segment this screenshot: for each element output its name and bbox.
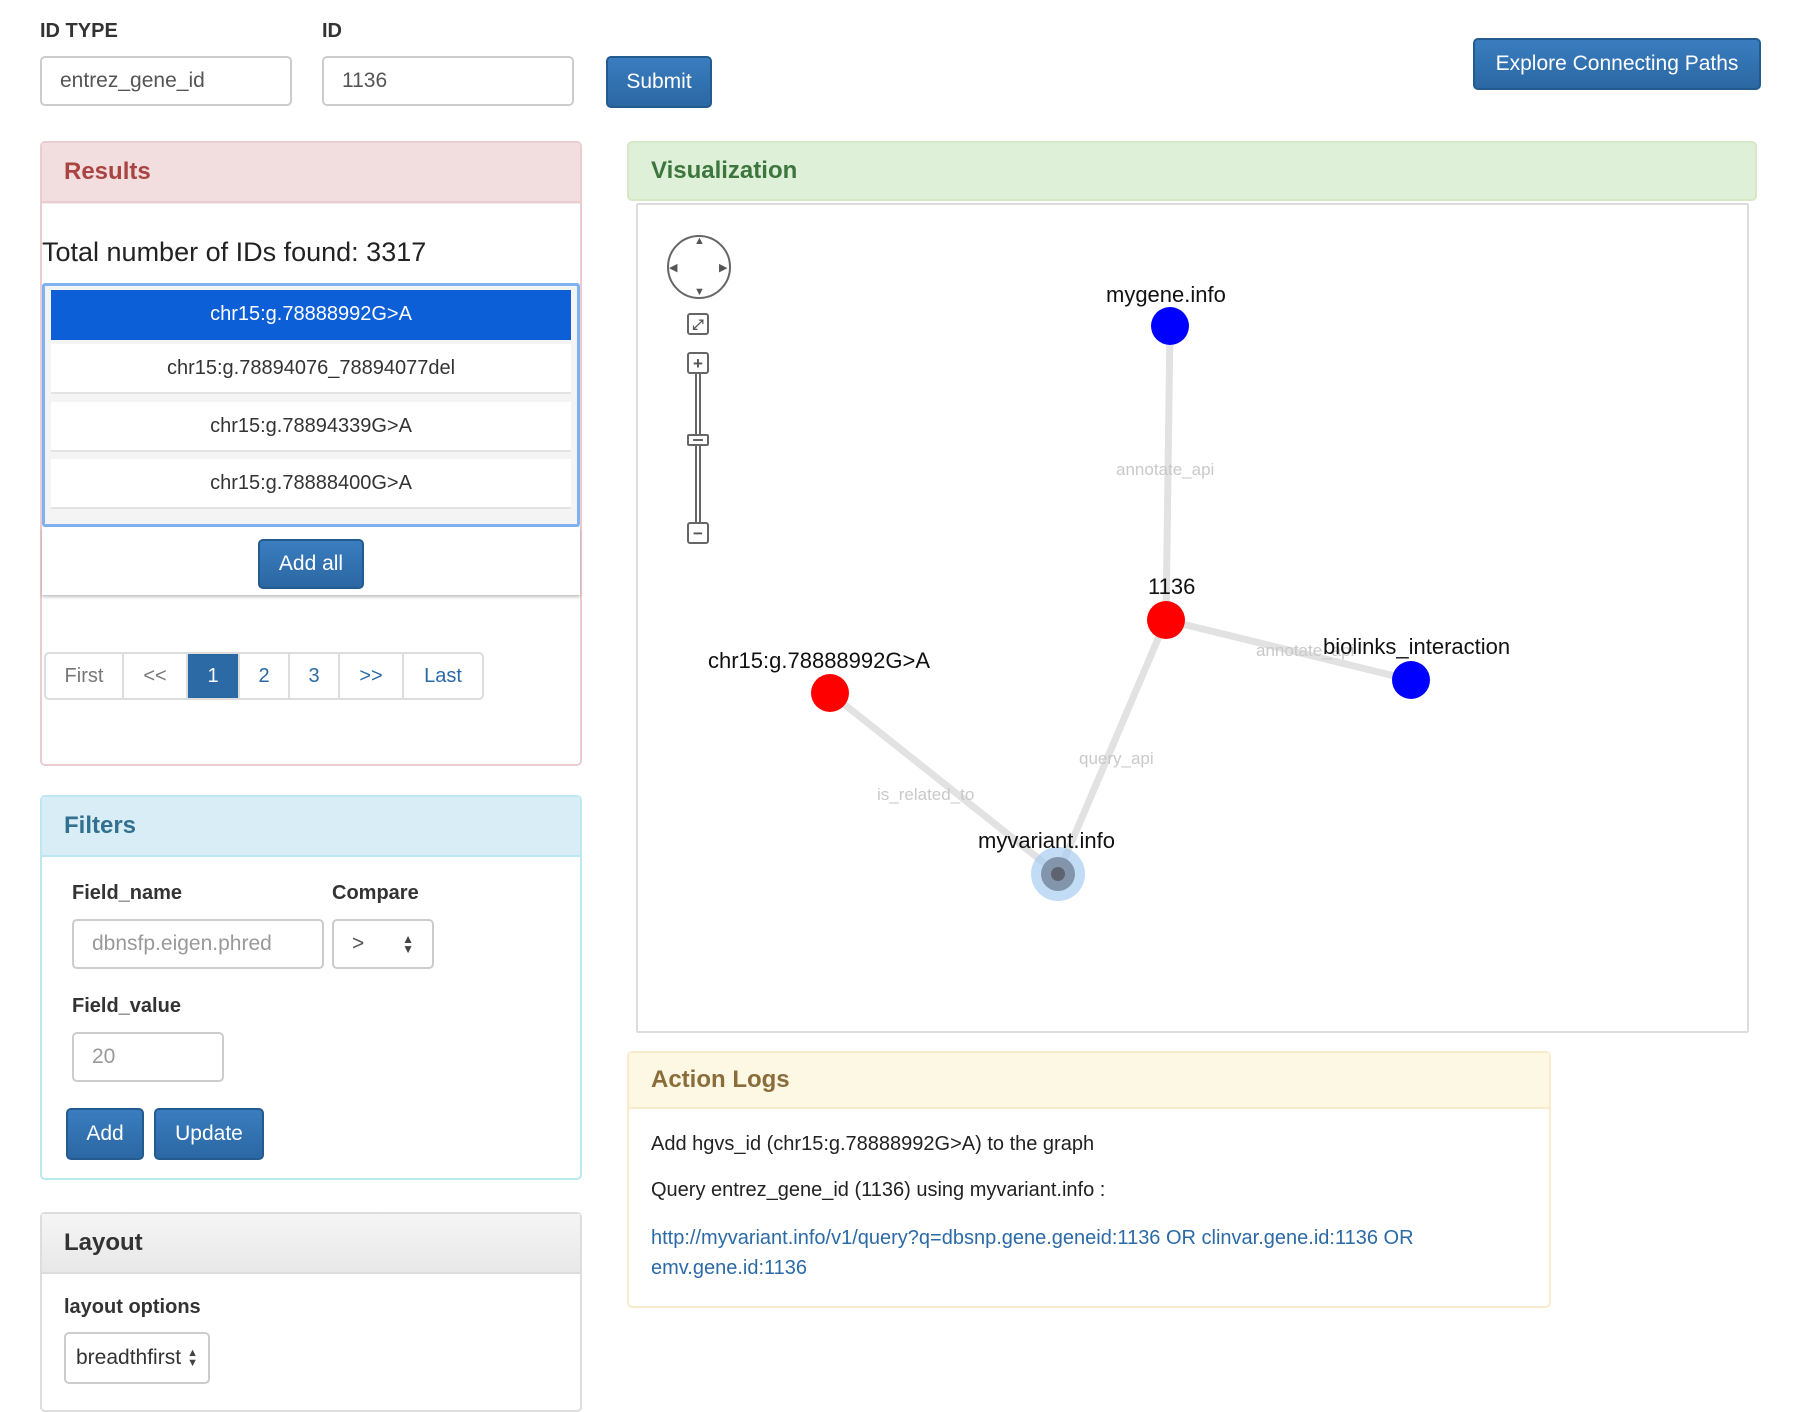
layout-selected: breadthfirst: [76, 1346, 182, 1369]
submit-button[interactable]: Submit: [606, 56, 712, 108]
graph-canvas[interactable]: ▲ ▼ ◀ ▶ ⤢ + − annotate_api annotate_api …: [636, 203, 1749, 1033]
edge-label: query_api: [1079, 749, 1154, 768]
id-type-label: ID TYPE: [40, 20, 118, 42]
edge-label: annotate_api: [1116, 460, 1215, 479]
list-item[interactable]: chr15:g.78894076_78894077del: [51, 344, 571, 394]
page-1[interactable]: 1: [188, 654, 240, 698]
compare-value: >: [352, 932, 365, 955]
compare-label: Compare: [332, 882, 419, 904]
page-3[interactable]: 3: [290, 654, 340, 698]
page-2[interactable]: 2: [240, 654, 290, 698]
id-input[interactable]: 1136: [322, 56, 574, 106]
node-label: 1136: [1148, 574, 1196, 599]
node-mygene: [1151, 307, 1189, 345]
id-input-value: 1136: [342, 69, 388, 92]
id-type-select[interactable]: entrez_gene_id: [40, 56, 292, 106]
layout-title: Layout: [42, 1214, 580, 1274]
node-myvariant-core: [1051, 867, 1065, 881]
results-list[interactable]: chr15:g.78888992G>A chr15:g.78894076_788…: [42, 283, 580, 527]
field-value-input[interactable]: 20: [72, 1032, 224, 1082]
filters-panel: Filters Field_name dbnsfp.eigen.phred Co…: [40, 795, 582, 1180]
compare-select[interactable]: > ▲ ▼: [332, 919, 434, 969]
page-next[interactable]: >>: [340, 654, 404, 698]
page-first[interactable]: First: [46, 654, 124, 698]
field-name-input[interactable]: dbnsfp.eigen.phred: [72, 919, 324, 969]
log-line: Add hgvs_id (chr15:g.78888992G>A) to the…: [651, 1133, 1095, 1155]
list-item[interactable]: chr15:g.78894339G>A: [51, 402, 571, 452]
log-query-link[interactable]: http://myvariant.info/v1/query?q=dbsnp.g…: [651, 1223, 1511, 1283]
node-chr15: [811, 674, 849, 712]
results-panel: Results Total number of IDs found: 3317 …: [40, 141, 582, 766]
id-label: ID: [322, 20, 342, 42]
id-type-value: entrez_gene_id: [60, 69, 205, 92]
field-value-placeholder: 20: [92, 1045, 116, 1068]
update-filter-button[interactable]: Update: [154, 1108, 264, 1160]
page-prev[interactable]: <<: [124, 654, 188, 698]
total-count: Total number of IDs found: 3317: [42, 237, 427, 267]
field-name-placeholder: dbnsfp.eigen.phred: [92, 932, 272, 955]
node-label: biolinks_interaction: [1323, 634, 1511, 659]
list-item[interactable]: chr15:g.78888400G>A: [51, 459, 571, 509]
field-name-label: Field_name: [72, 882, 183, 904]
field-value-label: Field_value: [72, 995, 181, 1017]
node-label: mygene.info: [1106, 282, 1226, 307]
action-logs-title: Action Logs: [629, 1053, 1549, 1109]
layout-options-label: layout options: [64, 1296, 201, 1318]
pagination: First << 1 2 3 >> Last: [44, 652, 484, 700]
node-label: chr15:g.78888992G>A: [708, 648, 931, 673]
node-1136: [1147, 601, 1185, 639]
explore-connecting-paths-button[interactable]: Explore Connecting Paths: [1473, 38, 1761, 90]
select-arrows-icon: ▲ ▼: [402, 932, 414, 956]
page-last[interactable]: Last: [404, 654, 482, 698]
action-logs-panel: Action Logs Add hgvs_id (chr15:g.7888899…: [627, 1051, 1551, 1308]
filters-title: Filters: [42, 797, 580, 857]
visualization-title: Visualization: [651, 157, 798, 184]
add-filter-button[interactable]: Add: [66, 1108, 144, 1160]
edge-label: is_related_to: [877, 785, 975, 804]
layout-select[interactable]: breadthfirst ▲ ▼: [64, 1332, 210, 1384]
results-title: Results: [42, 143, 580, 203]
list-item[interactable]: chr15:g.78888992G>A: [51, 290, 571, 340]
node-biolinks: [1392, 661, 1430, 699]
node-label: myvariant.info: [978, 828, 1115, 853]
log-line: Query entrez_gene_id (1136) using myvari…: [651, 1179, 1106, 1201]
visualization-header: Visualization: [627, 141, 1757, 201]
add-all-button[interactable]: Add all: [258, 539, 364, 589]
select-arrows-icon: ▲ ▼: [187, 1347, 198, 1369]
layout-panel: Layout layout options breadthfirst ▲ ▼: [40, 1212, 582, 1412]
graph-svg: [811, 307, 1430, 901]
